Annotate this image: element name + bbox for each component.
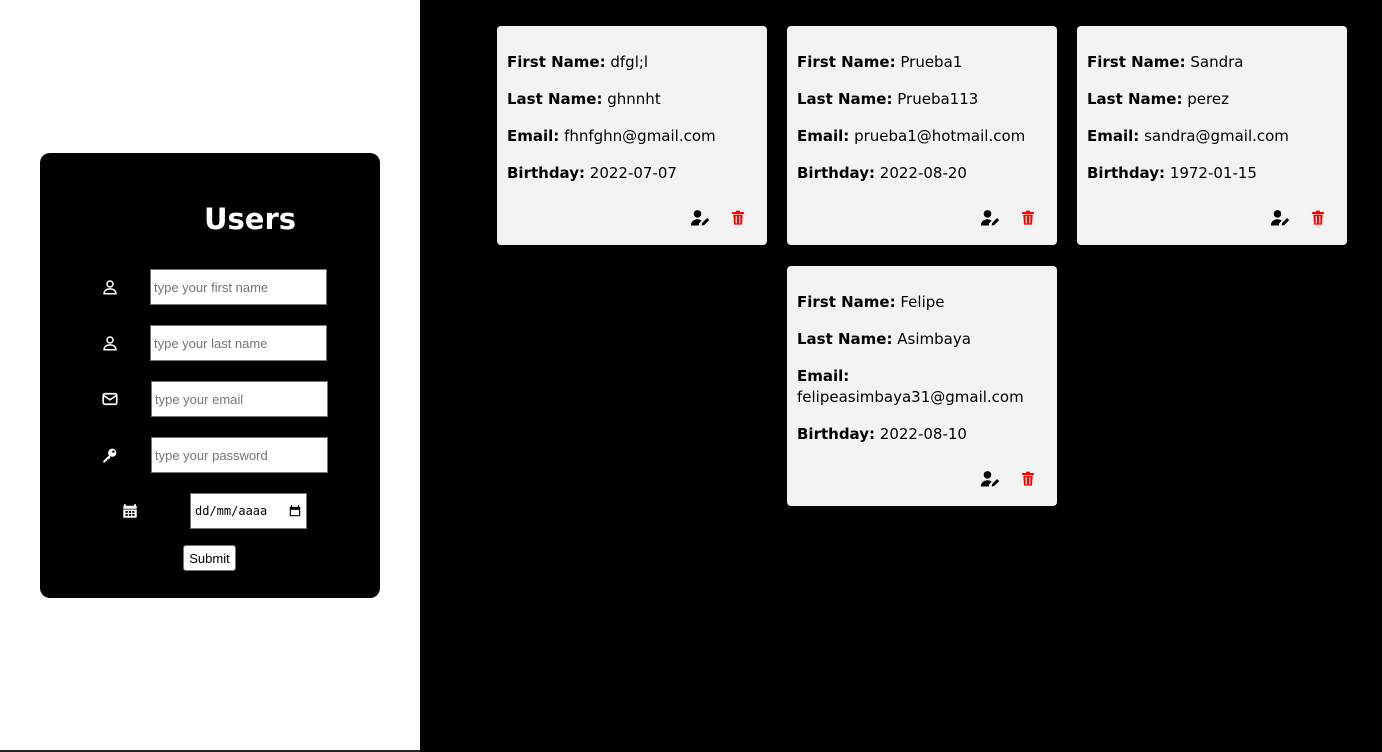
email-value: felipeasimbaya31@gmail.com <box>797 388 1024 406</box>
email-field: Email: fhnfghn@gmail.com <box>507 126 757 147</box>
left-panel: Users type your first name type your las… <box>0 0 420 752</box>
birthday-value: 2022-08-20 <box>879 164 967 182</box>
email-field: Email: prueba1@hotmail.com <box>797 126 1047 147</box>
trash-icon[interactable] <box>1017 207 1039 229</box>
email-label: Email: <box>797 367 850 385</box>
email-input[interactable] <box>151 381 328 417</box>
user-card: First Name: Sandra Last Name: perez Emai… <box>1077 26 1347 245</box>
first-name-value: Sandra <box>1190 53 1244 71</box>
user-edit-icon[interactable] <box>979 468 1001 490</box>
birthday-date-input[interactable]: dd/mm/aaaa <box>190 493 307 529</box>
birthday-field: Birthday: 2022-08-20 <box>797 163 1047 184</box>
user-edit-icon[interactable] <box>1269 207 1291 229</box>
birthday-value: 2022-08-10 <box>879 425 967 443</box>
email-value: fhnfghn@gmail.com <box>564 127 716 145</box>
email-label: Email: <box>797 127 850 145</box>
email-label: Email: <box>1087 127 1140 145</box>
password-input[interactable] <box>151 437 328 473</box>
form-title: Users <box>203 202 297 236</box>
email-value: prueba1@hotmail.com <box>854 127 1026 145</box>
birthday-label: Birthday: <box>797 164 875 182</box>
last-name-value: perez <box>1187 90 1229 108</box>
trash-icon[interactable] <box>1017 468 1039 490</box>
birthday-field: Birthday: 2022-08-10 <box>797 424 1047 445</box>
birthday-value: 2022-07-07 <box>589 164 677 182</box>
users-panel: First Name: dfgl;l Last Name: ghnnht Ema… <box>420 0 1382 752</box>
user-card: First Name: Prueba1 Last Name: Prueba113… <box>787 26 1057 245</box>
first-name-field: First Name: dfgl;l <box>507 52 757 73</box>
birthday-label: Birthday: <box>1087 164 1165 182</box>
user-form: Users type your first name type your las… <box>40 153 380 598</box>
calendar-icon <box>120 501 140 521</box>
email-label: Email: <box>507 127 560 145</box>
last-name-field: Last Name: Asimbaya <box>797 329 1047 350</box>
calendar-picker-icon[interactable] <box>288 504 302 518</box>
date-placeholder: dd/mm/aaaa <box>195 504 268 518</box>
trash-icon[interactable] <box>727 207 749 229</box>
key-icon <box>100 445 120 465</box>
user-card: First Name: dfgl;l Last Name: ghnnht Ema… <box>497 26 767 245</box>
user-icon <box>100 333 120 353</box>
submit-button[interactable]: Submit <box>183 545 236 571</box>
last-name-label: Last Name: <box>507 90 603 108</box>
user-edit-icon[interactable] <box>979 207 1001 229</box>
card-actions <box>1269 207 1329 229</box>
last-name-field: Last Name: ghnnht <box>507 89 757 110</box>
last-name-value: ghnnht <box>607 90 661 108</box>
first-name-value: Prueba1 <box>900 53 963 71</box>
last-name-input[interactable] <box>150 325 327 361</box>
first-name-value: dfgl;l <box>610 53 649 71</box>
first-name-field: First Name: Sandra <box>1087 52 1337 73</box>
email-field: Email: felipeasimbaya31@gmail.com <box>797 366 1047 408</box>
birthday-field: Birthday: 2022-07-07 <box>507 163 757 184</box>
first-name-field: First Name: Prueba1 <box>797 52 1047 73</box>
page: Users type your first name type your las… <box>0 0 1382 752</box>
last-name-value: Asimbaya <box>897 330 971 348</box>
last-name-field: Last Name: perez <box>1087 89 1337 110</box>
card-actions <box>689 207 749 229</box>
card-actions <box>979 468 1039 490</box>
card-actions <box>979 207 1039 229</box>
first-name-value: Felipe <box>900 293 945 311</box>
last-name-field: Last Name: Prueba113 <box>797 89 1047 110</box>
envelope-icon <box>100 389 120 409</box>
last-name-label: Last Name: <box>797 330 893 348</box>
email-value: sandra@gmail.com <box>1144 127 1289 145</box>
birthday-field: Birthday: 1972-01-15 <box>1087 163 1337 184</box>
user-edit-icon[interactable] <box>689 207 711 229</box>
last-name-value: Prueba113 <box>897 90 979 108</box>
last-name-label: Last Name: <box>797 90 893 108</box>
first-name-label: First Name: <box>507 53 606 71</box>
last-name-label: Last Name: <box>1087 90 1183 108</box>
birthday-value: 1972-01-15 <box>1169 164 1257 182</box>
user-card: First Name: Felipe Last Name: Asimbaya E… <box>787 266 1057 506</box>
first-name-input[interactable] <box>150 269 327 305</box>
first-name-field: First Name: Felipe <box>797 292 1047 313</box>
email-field: Email: sandra@gmail.com <box>1087 126 1337 147</box>
first-name-label: First Name: <box>1087 53 1186 71</box>
birthday-label: Birthday: <box>507 164 585 182</box>
birthday-label: Birthday: <box>797 425 875 443</box>
first-name-label: First Name: <box>797 53 896 71</box>
first-name-label: First Name: <box>797 293 896 311</box>
user-icon <box>100 277 120 297</box>
trash-icon[interactable] <box>1307 207 1329 229</box>
